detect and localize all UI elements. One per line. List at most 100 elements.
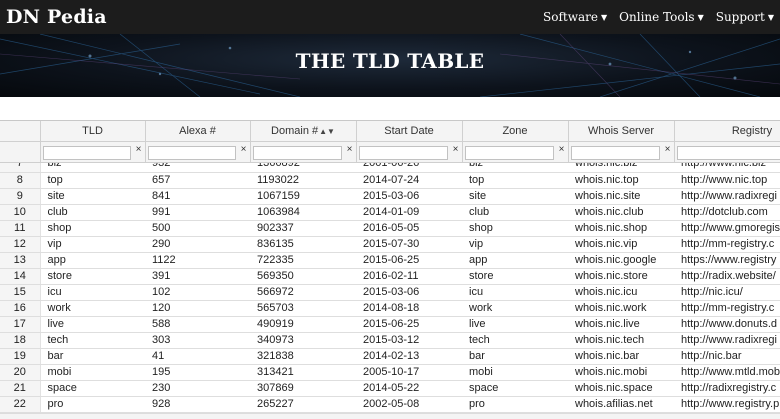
cell-start-date: 2002-05-08: [356, 396, 462, 413]
column-header-whois-server[interactable]: Whois Server: [568, 121, 675, 142]
cell-start-date-text: 2015-03-06: [363, 189, 420, 202]
cell-whois-server-text: whois.nic.club: [575, 205, 644, 218]
table-row[interactable]: 15 icu 102 566972 2015-03-06 icu whois.nic.icu…: [0, 284, 780, 301]
cell-domains: 321838: [250, 348, 356, 365]
filter-input-domains[interactable]: [252, 146, 342, 160]
filter-input-registry[interactable]: [676, 146, 780, 160]
row-number: 12: [0, 236, 41, 253]
row-number: 18: [0, 332, 41, 349]
row-number: 20: [0, 364, 41, 381]
cell-registry: http://www.radixregi: [674, 332, 780, 349]
menu-software[interactable]: Software ▼: [537, 10, 613, 24]
cell-start-date-text: 2014-05-22: [363, 381, 420, 394]
cell-tld: vip: [40, 236, 145, 253]
cell-alexa-text: 1122: [152, 253, 176, 266]
cell-registry: http://dotclub.com: [674, 204, 780, 221]
column-header-registry[interactable]: Registry: [674, 121, 780, 142]
column-header-alexa[interactable]: Alexa #: [145, 121, 251, 142]
cell-zone-text: pro: [469, 397, 485, 410]
cell-registry-text: http://mm-registry.c: [681, 301, 775, 314]
cell-tld-text: top: [47, 173, 63, 186]
cell-tld-text: icu: [47, 285, 62, 298]
cell-alexa: 195: [145, 364, 250, 381]
row-number: 22: [0, 396, 41, 413]
filter-cell-alexa: ×: [145, 141, 251, 163]
clear-filter-icon[interactable]: ×: [136, 144, 142, 155]
filter-cell-zone: ×: [462, 141, 569, 163]
cell-zone-text: club: [469, 205, 490, 218]
cell-tld-text: live: [47, 317, 65, 330]
cell-alexa-text: 102: [152, 285, 171, 298]
cell-domains: 565703: [250, 300, 356, 317]
cell-alexa-text: 195: [152, 365, 171, 378]
clear-filter-icon[interactable]: ×: [347, 144, 353, 155]
column-header-domains[interactable]: Domain #▲▼: [250, 121, 357, 142]
table-row[interactable]: 17 live 588 490919 2015-06-25 live whois.nic.l…: [0, 316, 780, 333]
table-row[interactable]: 9 site 841 1067159 2015-03-06 site whois.nic.s…: [0, 188, 780, 205]
cell-registry: http://www.registry.p: [674, 396, 780, 413]
cell-whois-server: whois.nic.biz: [568, 162, 674, 173]
cell-whois-server-text: whois.nic.google: [575, 253, 657, 266]
clear-filter-icon[interactable]: ×: [453, 144, 459, 155]
filter-input-start-date[interactable]: [358, 146, 448, 160]
column-header-zone[interactable]: Zone: [462, 121, 569, 142]
cell-whois-server-text: whois.nic.live: [575, 317, 640, 330]
table-row[interactable]: 11 shop 500 902337 2016-05-05 shop whois.nic.s…: [0, 220, 780, 237]
cell-registry-text: http://nic.bar: [681, 349, 742, 362]
filter-input-alexa[interactable]: [147, 146, 236, 160]
menu-support[interactable]: Support ▼: [710, 10, 780, 24]
cell-tld: space: [40, 380, 145, 397]
clear-filter-icon[interactable]: ×: [241, 144, 247, 155]
row-number-text: 8: [16, 173, 23, 186]
table-row[interactable]: 14 store 391 569350 2016-02-11 store whois.nic…: [0, 268, 780, 285]
row-number: 9: [0, 188, 41, 205]
cell-start-date-text: 2016-05-05: [363, 221, 420, 234]
cell-start-date-text: 2014-01-09: [363, 205, 420, 218]
row-number-text: 14: [13, 269, 26, 282]
table-row[interactable]: 21 space 230 307869 2014-05-22 space whois.nic…: [0, 380, 780, 397]
filter-input-zone[interactable]: [464, 146, 554, 160]
site-logo[interactable]: DN Pedia: [0, 6, 107, 28]
filter-input-tld[interactable]: [42, 146, 131, 160]
cell-tld: club: [40, 204, 145, 221]
menu-online-tools[interactable]: Online Tools ▼: [613, 10, 710, 24]
table-row[interactable]: 13 app 1122 722335 2015-06-25 app whois.nic.go…: [0, 252, 780, 269]
row-number: 17: [0, 316, 41, 333]
cell-tld-text: work: [47, 301, 71, 314]
column-header-label: Registry: [731, 124, 773, 137]
cell-registry: https://www.registry: [674, 252, 780, 269]
row-number: 16: [0, 300, 41, 317]
row-number-text: 13: [13, 253, 26, 266]
table-row[interactable]: 19 bar 41 321838 2014-02-13 bar whois.nic.bar h…: [0, 348, 780, 365]
filter-input-whois-server[interactable]: [570, 146, 660, 160]
cell-registry: http://www.mtld.mobi: [674, 364, 780, 381]
table-row[interactable]: 12 vip 290 836135 2015-07-30 vip whois.nic.vip…: [0, 236, 780, 253]
row-number-text: 17: [13, 317, 26, 330]
cell-whois-server: whois.nic.tech: [568, 332, 674, 349]
row-number-text: 10: [13, 205, 26, 218]
caret-down-icon: ▼: [697, 12, 704, 22]
column-header-tld[interactable]: TLD: [40, 121, 146, 142]
cell-start-date-text: 2015-07-30: [363, 237, 420, 250]
cell-start-date: 2001-06-26: [356, 162, 462, 173]
clear-filter-icon[interactable]: ×: [559, 144, 565, 155]
filter-cell-registry: [674, 141, 780, 163]
filter-cell-start-date: ×: [356, 141, 463, 163]
cell-start-date: 2014-07-24: [356, 172, 462, 189]
row-number-text: 7: [16, 162, 23, 169]
table-row[interactable]: 8 top 657 1193022 2014-07-24 top whois.nic.top…: [0, 172, 780, 189]
table-row[interactable]: 7 biz 932 1366892 2001-06-26 biz whois.nic.biz…: [0, 162, 780, 173]
table-row[interactable]: 10 club 991 1063984 2014-01-09 club whois.nic.…: [0, 204, 780, 221]
cell-zone-text: biz: [469, 162, 484, 169]
column-header-start-date[interactable]: Start Date: [356, 121, 463, 142]
cell-tld-text: mobi: [47, 365, 72, 378]
cell-tld-text: pro: [47, 397, 64, 410]
clear-filter-icon[interactable]: ×: [665, 144, 671, 155]
table-row[interactable]: 20 mobi 195 313421 2005-10-17 mobi whois.nic.m…: [0, 364, 780, 381]
cell-zone: club: [462, 204, 568, 221]
table-row[interactable]: 18 tech 303 340973 2015-03-12 tech whois.nic.t…: [0, 332, 780, 349]
cell-tld: work: [40, 300, 145, 317]
row-number-text: 18: [13, 333, 26, 346]
table-row[interactable]: 16 work 120 565703 2014-08-18 work whois.nic.w…: [0, 300, 780, 317]
table-row[interactable]: 22 pro 928 265227 2002-05-08 pro whois.afilias…: [0, 396, 780, 413]
